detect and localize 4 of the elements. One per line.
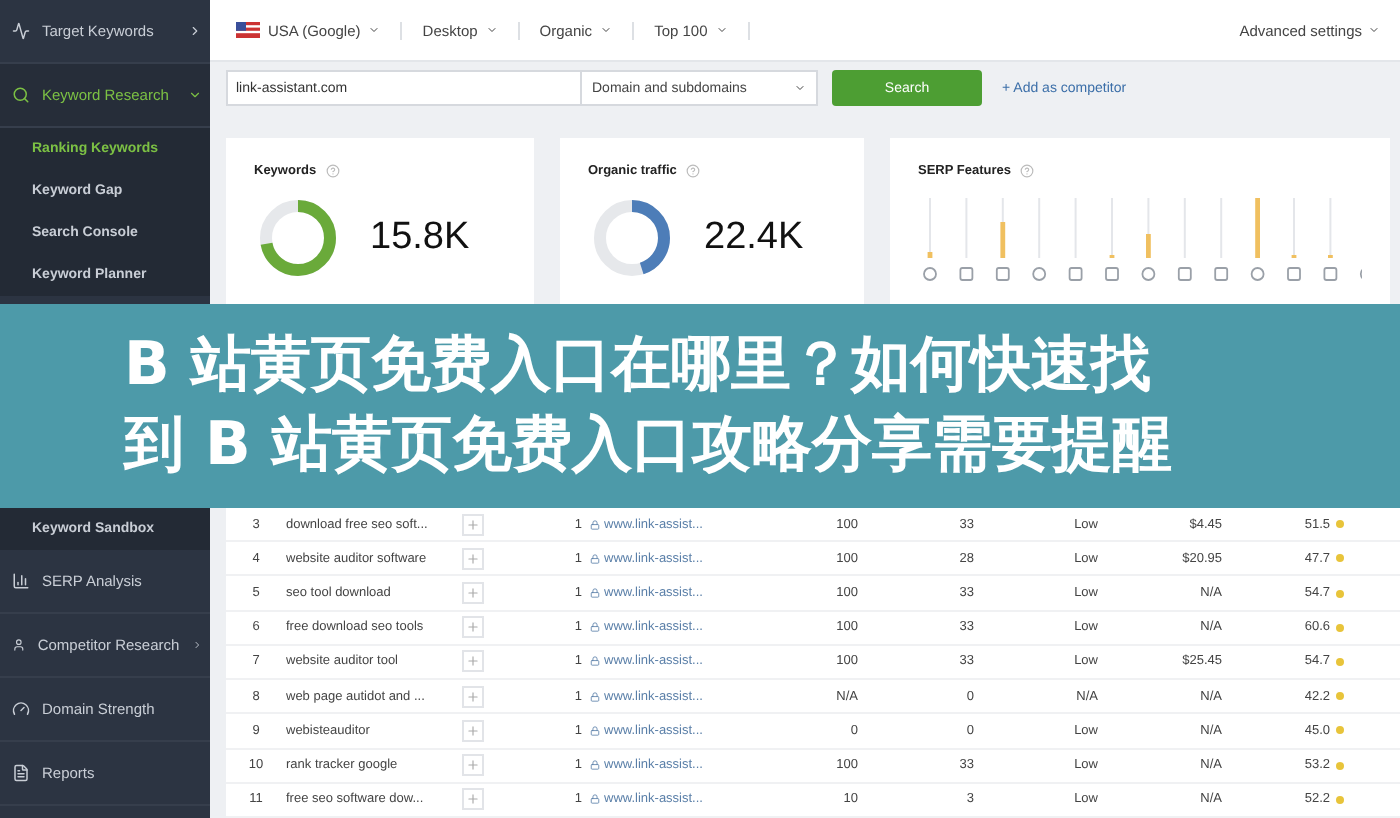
stat-value: 15.8K (370, 216, 470, 260)
banner-title: 到 B 站黄页免费入口攻略分享需要提醒 (124, 408, 1174, 484)
banner-title: B 站黄页免费入口在哪里？如何快速找 (124, 328, 1153, 404)
stat-value: 22.4K (704, 216, 804, 260)
